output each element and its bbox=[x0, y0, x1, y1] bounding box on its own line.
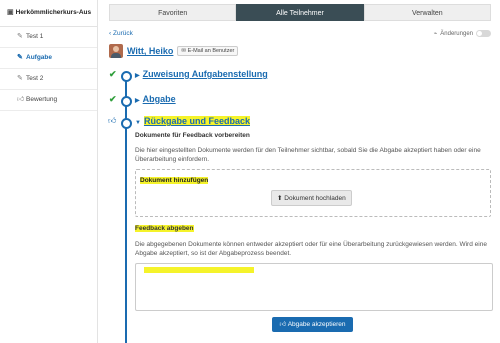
edit-icon: ✎ bbox=[17, 54, 23, 61]
timeline-node bbox=[121, 118, 132, 129]
sidebar-item-label: Aufgabe bbox=[26, 54, 52, 61]
thumbs-up-icon: 👍︎ bbox=[279, 321, 288, 328]
sidebar: ▣ Herkömmlicherkurs-Aus ✎ Test 1 ✎ Aufgabe … bbox=[0, 0, 98, 343]
participant-name[interactable]: Witt, Heiko bbox=[127, 46, 173, 56]
step-label: Zuweisung Aufgabenstellung bbox=[142, 69, 268, 79]
give-feedback-heading: Feedback abgeben bbox=[135, 225, 194, 232]
course-title-label: Herkömmlicherkurs-Aus bbox=[15, 9, 92, 16]
timeline-line bbox=[125, 76, 127, 343]
email-user-button[interactable]: ✉ E-Mail an Benutzer bbox=[177, 46, 239, 56]
timeline-node bbox=[121, 71, 132, 82]
changes-label: Änderungen bbox=[440, 30, 473, 37]
avatar bbox=[109, 44, 123, 58]
course-icon: ▣ bbox=[7, 9, 14, 16]
sidebar-item-test-2[interactable]: ✎ Test 2 bbox=[0, 69, 97, 90]
step-label: Rückgabe und Feedback bbox=[143, 116, 250, 126]
caret-down-icon: ▼ bbox=[135, 120, 141, 126]
thumbs-up-icon: 👍︎ bbox=[17, 96, 25, 103]
sidebar-item-label: Test 1 bbox=[26, 33, 44, 40]
check-icon: ✔ bbox=[109, 69, 117, 79]
upload-document-label: Dokument hochladen bbox=[284, 195, 346, 202]
upload-dropzone[interactable]: Dokument hinzufügen ⬆ Dokument hochladen bbox=[135, 169, 491, 217]
upload-document-button[interactable]: ⬆ Dokument hochladen bbox=[271, 190, 352, 206]
tab-favoriten[interactable]: Favoriten bbox=[109, 4, 237, 21]
prepare-text: Die hier eingestellten Dokumente werden … bbox=[135, 147, 481, 163]
sidebar-item-aufgabe[interactable]: ✎ Aufgabe bbox=[0, 48, 97, 69]
tab-bar: Favoriten Alle Teilnehmer Verwalten bbox=[109, 4, 491, 21]
sidebar-item-label: Bewertung bbox=[26, 96, 58, 103]
changes-toggle[interactable] bbox=[476, 30, 491, 37]
back-link-label: Zurück bbox=[112, 30, 133, 37]
add-document-heading: Dokument hinzufügen bbox=[140, 177, 209, 184]
sidebar-item-test-1[interactable]: ✎ Test 1 bbox=[0, 27, 97, 48]
step-rueckgabe[interactable]: ▼ Rückgabe und Feedback bbox=[135, 116, 250, 126]
caret-right-icon: ▶ bbox=[135, 98, 140, 104]
check-icon: ✔ bbox=[109, 94, 117, 104]
give-feedback-text: Die abgegebenen Dokumente können entwede… bbox=[135, 241, 487, 257]
feedback-textarea[interactable] bbox=[135, 263, 493, 311]
email-user-label: E-Mail an Benutzer bbox=[187, 48, 235, 54]
caret-right-icon: ▶ bbox=[135, 73, 140, 79]
tab-verwalten[interactable]: Verwalten bbox=[363, 4, 491, 21]
course-title[interactable]: ▣ Herkömmlicherkurs-Aus bbox=[0, 0, 97, 27]
prepare-heading: Dokumente für Feedback vorbereiten bbox=[135, 132, 250, 139]
participant-header: Witt, Heiko ✉ E-Mail an Benutzer bbox=[109, 44, 239, 58]
step-abgabe[interactable]: ▶ Abgabe bbox=[135, 94, 176, 104]
accept-submission-button[interactable]: 👍︎ Abgabe akzeptieren bbox=[272, 317, 353, 332]
step-label: Abgabe bbox=[142, 94, 176, 104]
tab-alle-teilnehmer[interactable]: Alle Teilnehmer bbox=[236, 4, 364, 21]
sidebar-item-bewertung[interactable]: 👍︎ Bewertung bbox=[0, 90, 97, 111]
accept-submission-label: Abgabe akzeptieren bbox=[287, 321, 346, 328]
sidebar-item-label: Test 2 bbox=[26, 75, 44, 82]
edit-icon: ✎ bbox=[17, 75, 23, 82]
timeline-node bbox=[121, 96, 132, 107]
changes-toggle-group: ⌁ Änderungen bbox=[434, 30, 491, 37]
highlight-scribble bbox=[144, 267, 254, 273]
thumbs-up-icon: 👍︎ bbox=[108, 116, 117, 125]
rss-icon: ⌁ bbox=[433, 31, 438, 37]
back-link[interactable]: ‹ Zurück bbox=[109, 30, 133, 37]
edit-icon: ✎ bbox=[17, 33, 23, 40]
step-zuweisung[interactable]: ▶ Zuweisung Aufgabenstellung bbox=[135, 69, 268, 79]
